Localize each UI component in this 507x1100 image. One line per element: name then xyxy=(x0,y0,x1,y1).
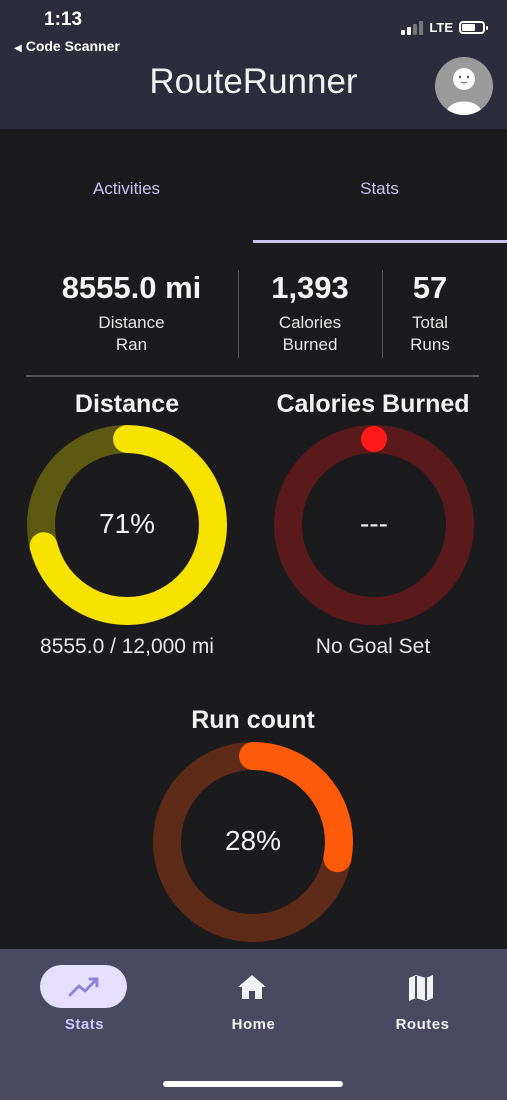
tab-activities[interactable]: Activities xyxy=(0,129,253,244)
signal-strength-icon xyxy=(401,20,424,35)
calories-ring-title: Calories Burned xyxy=(276,390,470,418)
tab-stats[interactable]: Stats xyxy=(253,129,506,244)
calories-label-line2: Burned xyxy=(282,335,338,354)
nav-home-label: Home xyxy=(231,1016,276,1033)
map-icon xyxy=(409,975,433,1001)
avatar[interactable] xyxy=(435,57,493,115)
nav-stats[interactable]: Stats xyxy=(0,949,169,1059)
distance-value: 8555.0 mi xyxy=(61,270,202,305)
calories-value: 1,393 xyxy=(271,270,349,305)
distance-ring-title: Distance xyxy=(74,390,180,418)
user-avatar-icon xyxy=(446,68,482,115)
distance-label-line1: Distance xyxy=(98,313,165,332)
runcount-ring-percent: 28% xyxy=(224,825,282,856)
back-link-label: Code Scanner xyxy=(25,38,120,54)
nav-routes[interactable]: Routes xyxy=(338,949,507,1059)
home-icon xyxy=(238,975,266,999)
status-time: 1:13 xyxy=(44,9,83,30)
calories-label-line1: Calories xyxy=(278,313,342,332)
runs-value: 57 xyxy=(412,270,448,305)
home-indicator[interactable] xyxy=(163,1081,343,1087)
app-title: RouteRunner xyxy=(149,62,358,101)
nav-routes-label: Routes xyxy=(395,1016,450,1033)
calories-stat: 1,393 Calories Burned xyxy=(248,270,372,356)
calories-ring-caption: No Goal Set xyxy=(315,635,431,658)
distance-ring-caption: 8555.0 / 12,000 mi xyxy=(40,635,214,658)
calories-ring-value: --- xyxy=(360,508,388,539)
stats-summary: 8555.0 mi Distance Ran 1,393 Calories Burn… xyxy=(0,270,507,360)
runs-label-line2: Runs xyxy=(410,335,450,354)
back-to-app-link[interactable]: ◀ Code Scanner xyxy=(14,38,120,54)
distance-label-line2: Ran xyxy=(115,335,148,354)
tab-selected-indicator xyxy=(253,240,507,243)
divider xyxy=(238,270,239,358)
app-header: 1:13 ◀ Code Scanner LTE RouteRunner xyxy=(0,0,507,129)
battery-icon xyxy=(459,21,488,34)
ring-progress-dot xyxy=(361,426,387,452)
runs-label-line1: Total xyxy=(412,313,448,332)
nav-home[interactable]: Home xyxy=(169,949,338,1059)
runcount-ring-title: Run count xyxy=(191,706,315,734)
nav-stats-label: Stats xyxy=(64,1016,105,1033)
network-type: LTE xyxy=(429,20,453,35)
tab-bar: Activities Stats xyxy=(0,129,507,244)
divider xyxy=(382,270,383,358)
distance-ring-percent: 71% xyxy=(98,508,156,539)
bottom-navigation: Stats Home Routes xyxy=(0,949,507,1100)
back-triangle-icon: ◀ xyxy=(14,43,22,54)
runs-stat: 57 Total Runs xyxy=(388,270,472,356)
distance-stat: 8555.0 mi Distance Ran xyxy=(40,270,223,356)
section-divider xyxy=(26,375,479,377)
status-indicators: LTE xyxy=(401,20,488,35)
trending-up-icon xyxy=(68,977,99,997)
